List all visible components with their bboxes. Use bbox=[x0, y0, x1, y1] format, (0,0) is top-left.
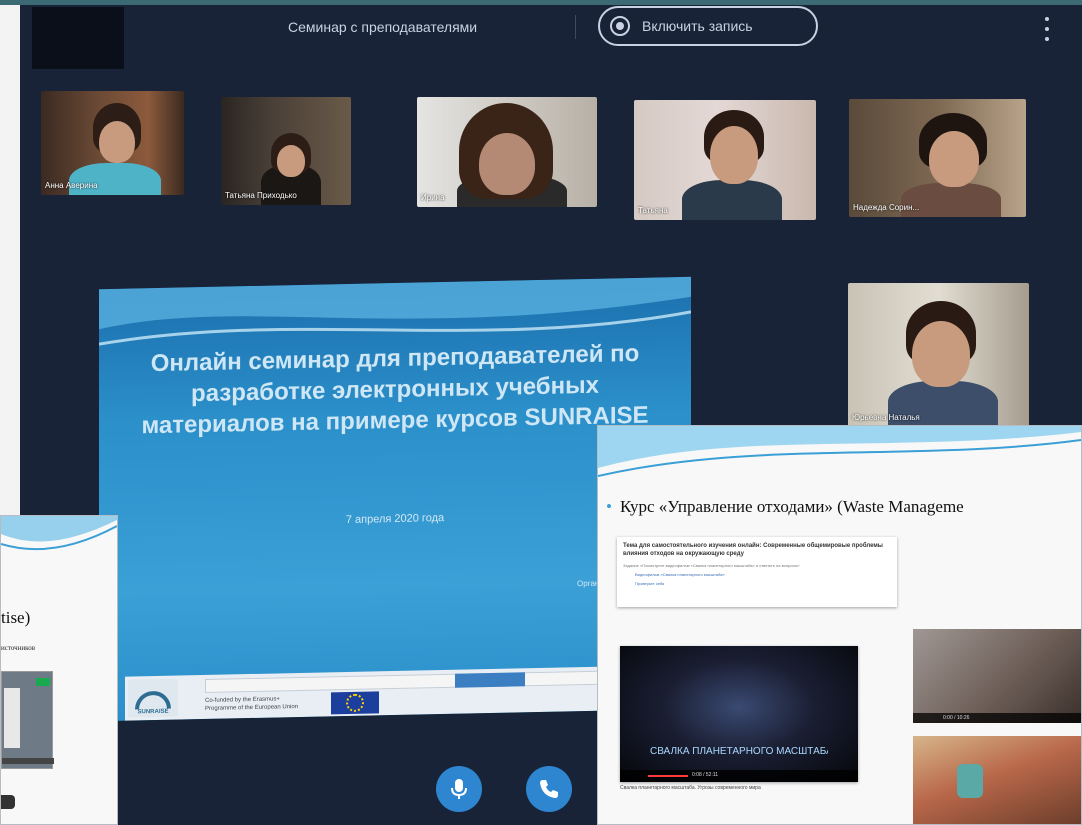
status-badge bbox=[36, 678, 50, 686]
video-progress-bar[interactable] bbox=[648, 775, 688, 777]
overlay-slide-left: tise) источников bbox=[0, 515, 118, 825]
video-title-banner: СВАЛКА ПЛАНЕТАРНОГО МАСШТАБА bbox=[650, 746, 828, 757]
video-time: 0:00 / 10:26 bbox=[943, 715, 970, 721]
record-button[interactable]: Включить запись bbox=[598, 6, 818, 46]
participant-name: Татьяна Приходько bbox=[225, 191, 297, 200]
slide-subtitle: источников bbox=[1, 644, 36, 652]
slide-wave-decoration bbox=[598, 426, 1081, 477]
self-view-tile bbox=[32, 7, 124, 69]
funding-text: Co-funded by the Erasmus+ Programme of t… bbox=[205, 696, 299, 712]
video-thumbnail[interactable] bbox=[913, 736, 1081, 824]
topic-card: Тема для самостоятельного изучения онлай… bbox=[617, 537, 897, 607]
eu-flag-icon bbox=[331, 691, 379, 715]
participant-avatar bbox=[682, 180, 782, 220]
topic-task: Задание «Посмотрите видеофильм «Свалка п… bbox=[623, 563, 800, 568]
microphone-button[interactable] bbox=[436, 766, 482, 812]
more-vertical-icon[interactable] bbox=[1042, 17, 1052, 41]
participant-name: Надежда Сорин... bbox=[853, 203, 920, 212]
video-player[interactable]: СВАЛКА ПЛАНЕТАРНОГО МАСШТАБА 0:08 / 52:1… bbox=[620, 646, 858, 782]
footer-link bbox=[455, 672, 525, 688]
participant-tile[interactable]: Ирина bbox=[417, 97, 597, 207]
overlay-slide-right: Курс «Управление отходами» (Waste Manage… bbox=[597, 425, 1082, 825]
video-caption: Свалка планетарного масштаба. Угрозы сов… bbox=[620, 785, 761, 791]
participant-name: Ирина bbox=[421, 193, 445, 202]
course-heading: Курс «Управление отходами» (Waste Manage… bbox=[606, 497, 964, 517]
participant-name: Татьяна bbox=[638, 206, 668, 215]
play-icon[interactable] bbox=[1, 795, 15, 809]
video-controls[interactable]: 0:08 / 52:11 bbox=[620, 770, 858, 782]
record-label: Включить запись bbox=[642, 18, 753, 34]
sunraise-logo: SUNRAISE bbox=[128, 678, 178, 718]
video-controls bbox=[2, 758, 54, 764]
participant-tile[interactable]: Татьяна bbox=[634, 100, 816, 220]
participant-tile[interactable]: Татьяна Приходько bbox=[221, 97, 351, 205]
slide-heading: tise) bbox=[1, 608, 31, 627]
record-icon bbox=[610, 16, 630, 36]
presentation-footer: SUNRAISE Co-funded by the Erasmus+ Progr… bbox=[125, 665, 665, 721]
video-time: 0:08 / 52:11 bbox=[692, 772, 719, 778]
slide-wave-decoration bbox=[1, 516, 117, 551]
participant-avatar bbox=[69, 163, 161, 195]
topic-link-video[interactable]: Видеофильм «Свалка планетарного масштаба… bbox=[635, 572, 891, 577]
video-thumbnail[interactable] bbox=[1, 671, 54, 769]
topic-link-quiz[interactable]: Проверьте себя bbox=[635, 581, 891, 586]
topic-title: Тема для самостоятельного изучения онлай… bbox=[623, 543, 883, 557]
footer-address-bar bbox=[205, 669, 650, 693]
presentation-title: Онлайн семинар для преподавателей по раз… bbox=[141, 339, 649, 440]
participant-tile[interactable]: Анна Аверина bbox=[41, 91, 184, 195]
hang-up-button[interactable] bbox=[526, 766, 572, 812]
participant-tile[interactable]: Юрьевна Наталья bbox=[848, 283, 1029, 427]
video-controls[interactable]: 0:00 / 10:26 bbox=[913, 713, 1081, 723]
participant-name: Юрьевна Наталья bbox=[852, 413, 920, 422]
microphone-icon bbox=[451, 779, 467, 799]
participant-name: Анна Аверина bbox=[45, 181, 98, 190]
header-divider bbox=[575, 15, 576, 39]
phone-icon bbox=[540, 780, 558, 798]
video-thumbnail[interactable]: 0:00 / 10:26 bbox=[913, 629, 1081, 723]
call-title: Семинар с преподавателями bbox=[288, 19, 478, 35]
participant-tile[interactable]: Надежда Сорин... bbox=[849, 99, 1026, 217]
